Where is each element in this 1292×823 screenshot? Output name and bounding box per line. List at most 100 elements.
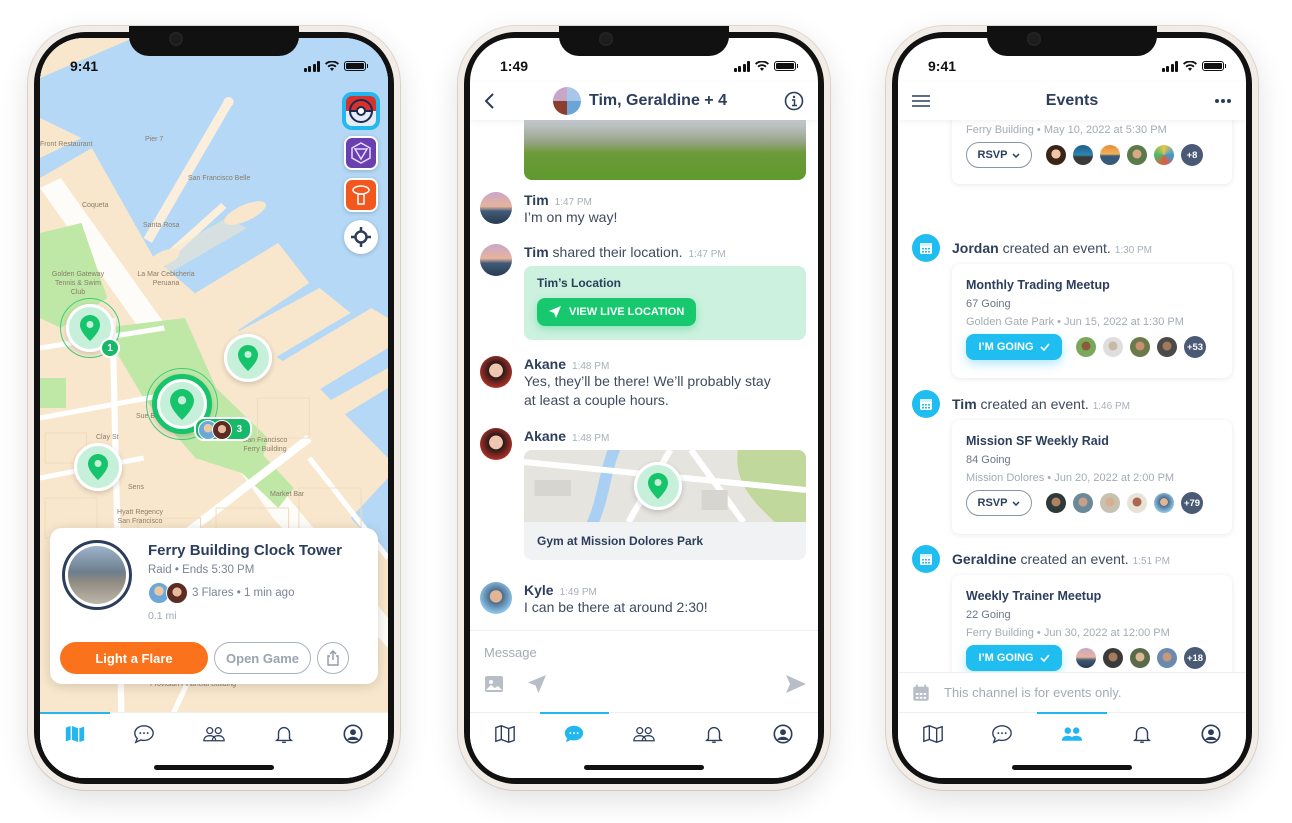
share-button[interactable] (317, 642, 349, 674)
location-pin-icon (238, 345, 258, 371)
group-avatar (553, 87, 581, 115)
light-flare-button[interactable]: Light a Flare (60, 642, 208, 674)
event-created-notice: Geraldine created an event. 1:51 PM (912, 545, 1232, 573)
harry-potter-button[interactable] (344, 178, 378, 212)
open-game-button[interactable]: Open Game (214, 642, 311, 674)
attendee-avatar (1076, 648, 1096, 668)
message-author: Akane (524, 428, 567, 444)
event-creator: Jordan (952, 240, 999, 256)
tab-profile[interactable] (318, 713, 388, 778)
notch (987, 26, 1157, 56)
location-card[interactable]: Ferry Building Clock Tower Raid • Ends 5… (50, 528, 378, 684)
attendee-avatar (1100, 145, 1120, 165)
map-label: Golden Gateway Tennis & Swim Club (51, 271, 105, 296)
tab-map[interactable] (898, 713, 968, 778)
navigation-arrow-icon (549, 306, 561, 318)
message: Akane 1:48 PM Gym at Mission Dolores Park (480, 428, 806, 560)
attendee-avatar (1127, 145, 1147, 165)
rsvp-button[interactable]: RSVP (966, 142, 1032, 168)
phone-events: Events Ferry Building • May 10, 2022 at … (886, 26, 1258, 790)
im-going-button[interactable]: I’M GOING (966, 334, 1062, 360)
chevron-down-icon (1012, 152, 1021, 158)
tab-profile[interactable] (1176, 713, 1246, 778)
send-icon[interactable] (786, 675, 806, 693)
distance: 0.1 mi (148, 610, 177, 622)
battery-icon (344, 61, 368, 71)
rsvp-button[interactable]: RSVP (966, 490, 1032, 516)
more-attendees-badge: +18 (1184, 647, 1206, 669)
check-icon (1039, 654, 1050, 662)
message-time: 1:48 PM (572, 433, 610, 444)
message-author: Kyle (524, 582, 554, 598)
phone-chat: Tim, Geraldine + 4 Tim 1:47 PM I’m on my … (458, 26, 830, 790)
event-location: Ferry Building • May 10, 2022 at 5:30 PM (966, 124, 1167, 136)
event-location: Golden Gate Park • Jun 15, 2022 at 1:30 … (966, 316, 1184, 328)
map-label: Hyatt Regency San Francisco (117, 509, 163, 525)
shared-photo[interactable] (524, 120, 806, 180)
events-list[interactable]: Ferry Building • May 10, 2022 at 5:30 PM… (898, 120, 1246, 672)
map-preview-card[interactable]: Gym at Mission Dolores Park (524, 450, 806, 560)
check-icon (1039, 343, 1050, 351)
groups-icon (203, 727, 225, 742)
pin-count-badge: 1 (100, 338, 120, 358)
map-label: Front Restaurant (40, 141, 93, 148)
battery-icon (1202, 61, 1226, 71)
pokemon-go-button[interactable] (344, 94, 378, 128)
flares-info: 3 Flares • 1 min ago (148, 582, 294, 604)
map-label: Santa Rosa (143, 222, 180, 229)
signal-icon (733, 60, 750, 72)
attendee-avatar (1130, 648, 1150, 668)
event-card[interactable]: Weekly Trainer Meetup 22 Going Ferry Bui… (952, 575, 1232, 672)
back-icon[interactable] (484, 92, 496, 110)
location-pin-icon (88, 454, 108, 480)
map-screen: Pier 7 Front Restaurant San Francisco Be… (40, 38, 388, 778)
event-card[interactable]: Ferry Building • May 10, 2022 at 5:30 PM… (952, 120, 1232, 184)
pokeball-icon (349, 99, 373, 123)
message: Kyle 1:49 PM I can be there at around 2:3… (480, 582, 806, 617)
tab-map[interactable] (40, 712, 110, 778)
message-list[interactable]: Tim 1:47 PM I’m on my way! Tim shared the… (470, 120, 818, 630)
event-card[interactable]: Mission SF Weekly Raid 84 Going Mission … (952, 420, 1232, 534)
attendee-avatar (1127, 493, 1147, 513)
avatar (480, 356, 512, 388)
pin-count: 3 (236, 423, 242, 435)
message: Tim shared their location. 1:47 PM Tim’s … (480, 244, 806, 340)
map-icon (65, 725, 84, 743)
map-pin[interactable] (74, 443, 122, 491)
message-time: 1:48 PM (572, 361, 610, 372)
message-time: 1:47 PM (554, 197, 592, 208)
calendar-icon (912, 545, 940, 573)
attendee-avatar (1157, 337, 1177, 357)
message-input[interactable]: Message (484, 645, 537, 660)
view-live-location-button[interactable]: VIEW LIVE LOCATION (537, 298, 697, 326)
avatar (480, 244, 512, 276)
image-icon[interactable] (484, 675, 504, 693)
flares-text: 3 Flares • 1 min ago (192, 587, 295, 599)
avatar (166, 582, 188, 604)
more-attendees-badge: +53 (1184, 336, 1206, 358)
menu-icon[interactable] (912, 95, 930, 107)
more-icon[interactable] (1214, 98, 1232, 104)
map-pin[interactable] (224, 334, 272, 382)
attendee-avatar (1100, 493, 1120, 513)
map-label: Market Bar (270, 491, 305, 498)
attendee-avatar (1073, 145, 1093, 165)
profile-icon (1201, 724, 1221, 744)
location-arrow-icon[interactable] (528, 675, 546, 693)
game-switcher (344, 94, 378, 254)
tab-map[interactable] (470, 713, 540, 778)
events-screen: Events Ferry Building • May 10, 2022 at … (898, 38, 1246, 778)
recenter-button[interactable] (344, 220, 378, 254)
message-author: Tim (524, 192, 549, 208)
home-indicator (154, 765, 274, 770)
event-location: Ferry Building • Jun 30, 2022 at 12:00 P… (966, 627, 1170, 639)
location-share-card: Tim’s Location VIEW LIVE LOCATION (524, 266, 806, 340)
event-card[interactable]: Monthly Trading Meetup 67 Going Golden G… (952, 264, 1232, 378)
groups-icon (633, 727, 655, 742)
ingress-button[interactable] (344, 136, 378, 170)
chat-icon (565, 725, 584, 743)
im-going-button[interactable]: I’M GOING (966, 645, 1062, 671)
location-pin-icon (648, 473, 668, 499)
tab-profile[interactable] (748, 713, 818, 778)
info-icon[interactable] (784, 91, 804, 111)
